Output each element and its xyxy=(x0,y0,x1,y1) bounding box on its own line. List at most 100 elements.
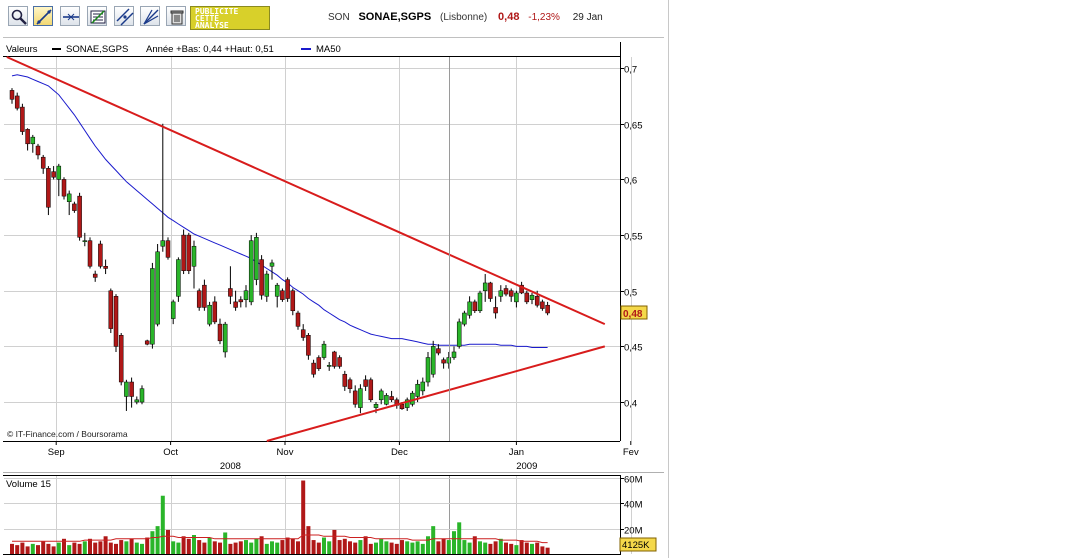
volume-bar xyxy=(103,536,108,554)
candle-body xyxy=(384,395,389,405)
candle-body xyxy=(98,243,103,267)
candle-body xyxy=(368,379,374,401)
candle-body xyxy=(363,379,368,387)
volume-bar xyxy=(67,545,72,554)
candle-body xyxy=(72,203,77,211)
candle-body xyxy=(430,346,436,375)
volume-bar xyxy=(15,545,20,554)
candle-body xyxy=(529,294,535,300)
candle-body xyxy=(285,279,290,299)
candle-body xyxy=(196,290,202,308)
volume-bar xyxy=(420,543,425,554)
volume-bar xyxy=(311,540,316,554)
candle-body xyxy=(25,129,30,145)
volume-bar xyxy=(72,542,77,554)
candle-body xyxy=(66,193,72,202)
candle-body xyxy=(77,195,82,238)
y-tick-label: 0,4 xyxy=(624,399,637,410)
candle-body xyxy=(134,399,140,403)
x-month-label: Nov xyxy=(277,447,294,458)
candle-body xyxy=(462,312,467,325)
volume-bar xyxy=(119,540,124,554)
candle-body xyxy=(467,301,472,316)
volume-bar xyxy=(368,543,373,554)
volume-bar xyxy=(332,529,337,554)
volume-panel: 60M 40M 20M Volume 15 4125K xyxy=(3,475,657,555)
candle-body xyxy=(144,340,150,345)
volume-bar xyxy=(93,542,98,554)
candle-body xyxy=(399,404,405,409)
chart-canvas[interactable]: 0,7 0,65 0,6 0,55 0,5 0,45 0,4 0,48 Valeurs SO… xyxy=(0,0,668,558)
volume-bar xyxy=(457,522,462,554)
candle-body xyxy=(378,390,384,401)
volume-bar xyxy=(394,543,399,554)
volume-ma-line xyxy=(12,534,548,544)
candle-body xyxy=(451,351,457,358)
candle-body xyxy=(46,168,51,208)
volume-bar xyxy=(202,542,207,554)
legend-stats: Année +Bas: 0,44 +Haut: 0,51 xyxy=(146,44,274,55)
volume-bar xyxy=(166,529,170,554)
volume-bar xyxy=(504,542,508,554)
volume-bar xyxy=(285,537,290,554)
volume-bar xyxy=(108,542,113,554)
x-year-label: 2008 xyxy=(220,461,241,472)
volume-bar xyxy=(30,543,35,554)
volume-bar xyxy=(348,541,352,554)
candle-body xyxy=(139,388,145,403)
volume-bar xyxy=(519,540,524,554)
candle-body xyxy=(508,290,514,297)
candle-body xyxy=(498,290,504,297)
candle-body xyxy=(248,240,254,303)
candle-body xyxy=(358,388,363,408)
x-month-label: Oct xyxy=(163,447,178,458)
candle-body xyxy=(118,335,124,383)
volume-bar xyxy=(244,540,248,554)
candle-body xyxy=(254,237,259,280)
candle-body xyxy=(264,273,270,297)
volume-bar xyxy=(400,540,404,554)
volume-bar xyxy=(114,543,118,554)
x-month-label: Sep xyxy=(48,447,65,458)
candle-body xyxy=(124,381,129,397)
candle-body xyxy=(82,240,88,242)
volume-bar xyxy=(524,542,529,554)
candle-body xyxy=(373,404,379,408)
volume-bar xyxy=(467,542,472,554)
candle-body xyxy=(191,245,197,267)
candle-body xyxy=(436,348,441,354)
volume-bar xyxy=(535,542,540,554)
y-tick-label: 0,6 xyxy=(624,176,637,187)
candle-body xyxy=(243,290,249,300)
volume-bar xyxy=(124,541,129,554)
volume-bar xyxy=(446,540,451,554)
volume-bar xyxy=(46,543,51,554)
volume-bar xyxy=(290,538,295,554)
volume-bar xyxy=(134,542,139,554)
volume-bar xyxy=(353,542,358,554)
volume-bar xyxy=(51,546,56,554)
candle-body xyxy=(61,179,67,197)
volume-bar xyxy=(452,531,456,554)
candle-body xyxy=(108,290,114,329)
volume-bar xyxy=(327,541,332,554)
volume-bar xyxy=(379,538,384,554)
copyright: © IT-Finance.com / Boursorama xyxy=(7,429,128,439)
volume-bar xyxy=(415,541,420,554)
volume-bar xyxy=(301,480,306,554)
trendline xyxy=(6,56,606,326)
volume-bar xyxy=(530,543,534,554)
last-price-label: 0,48 xyxy=(623,309,643,320)
candle-body xyxy=(113,296,119,347)
volume-bar xyxy=(280,540,285,554)
volume-bar xyxy=(171,541,176,554)
candle-body xyxy=(415,383,420,397)
volume-bar xyxy=(82,541,87,554)
volume-bar xyxy=(478,541,482,554)
candle-body xyxy=(456,321,462,347)
volume-bar xyxy=(296,541,300,554)
volume-bar xyxy=(181,536,186,554)
volume-bar xyxy=(509,543,514,554)
volume-bar xyxy=(176,542,181,554)
candle-body xyxy=(20,106,25,132)
